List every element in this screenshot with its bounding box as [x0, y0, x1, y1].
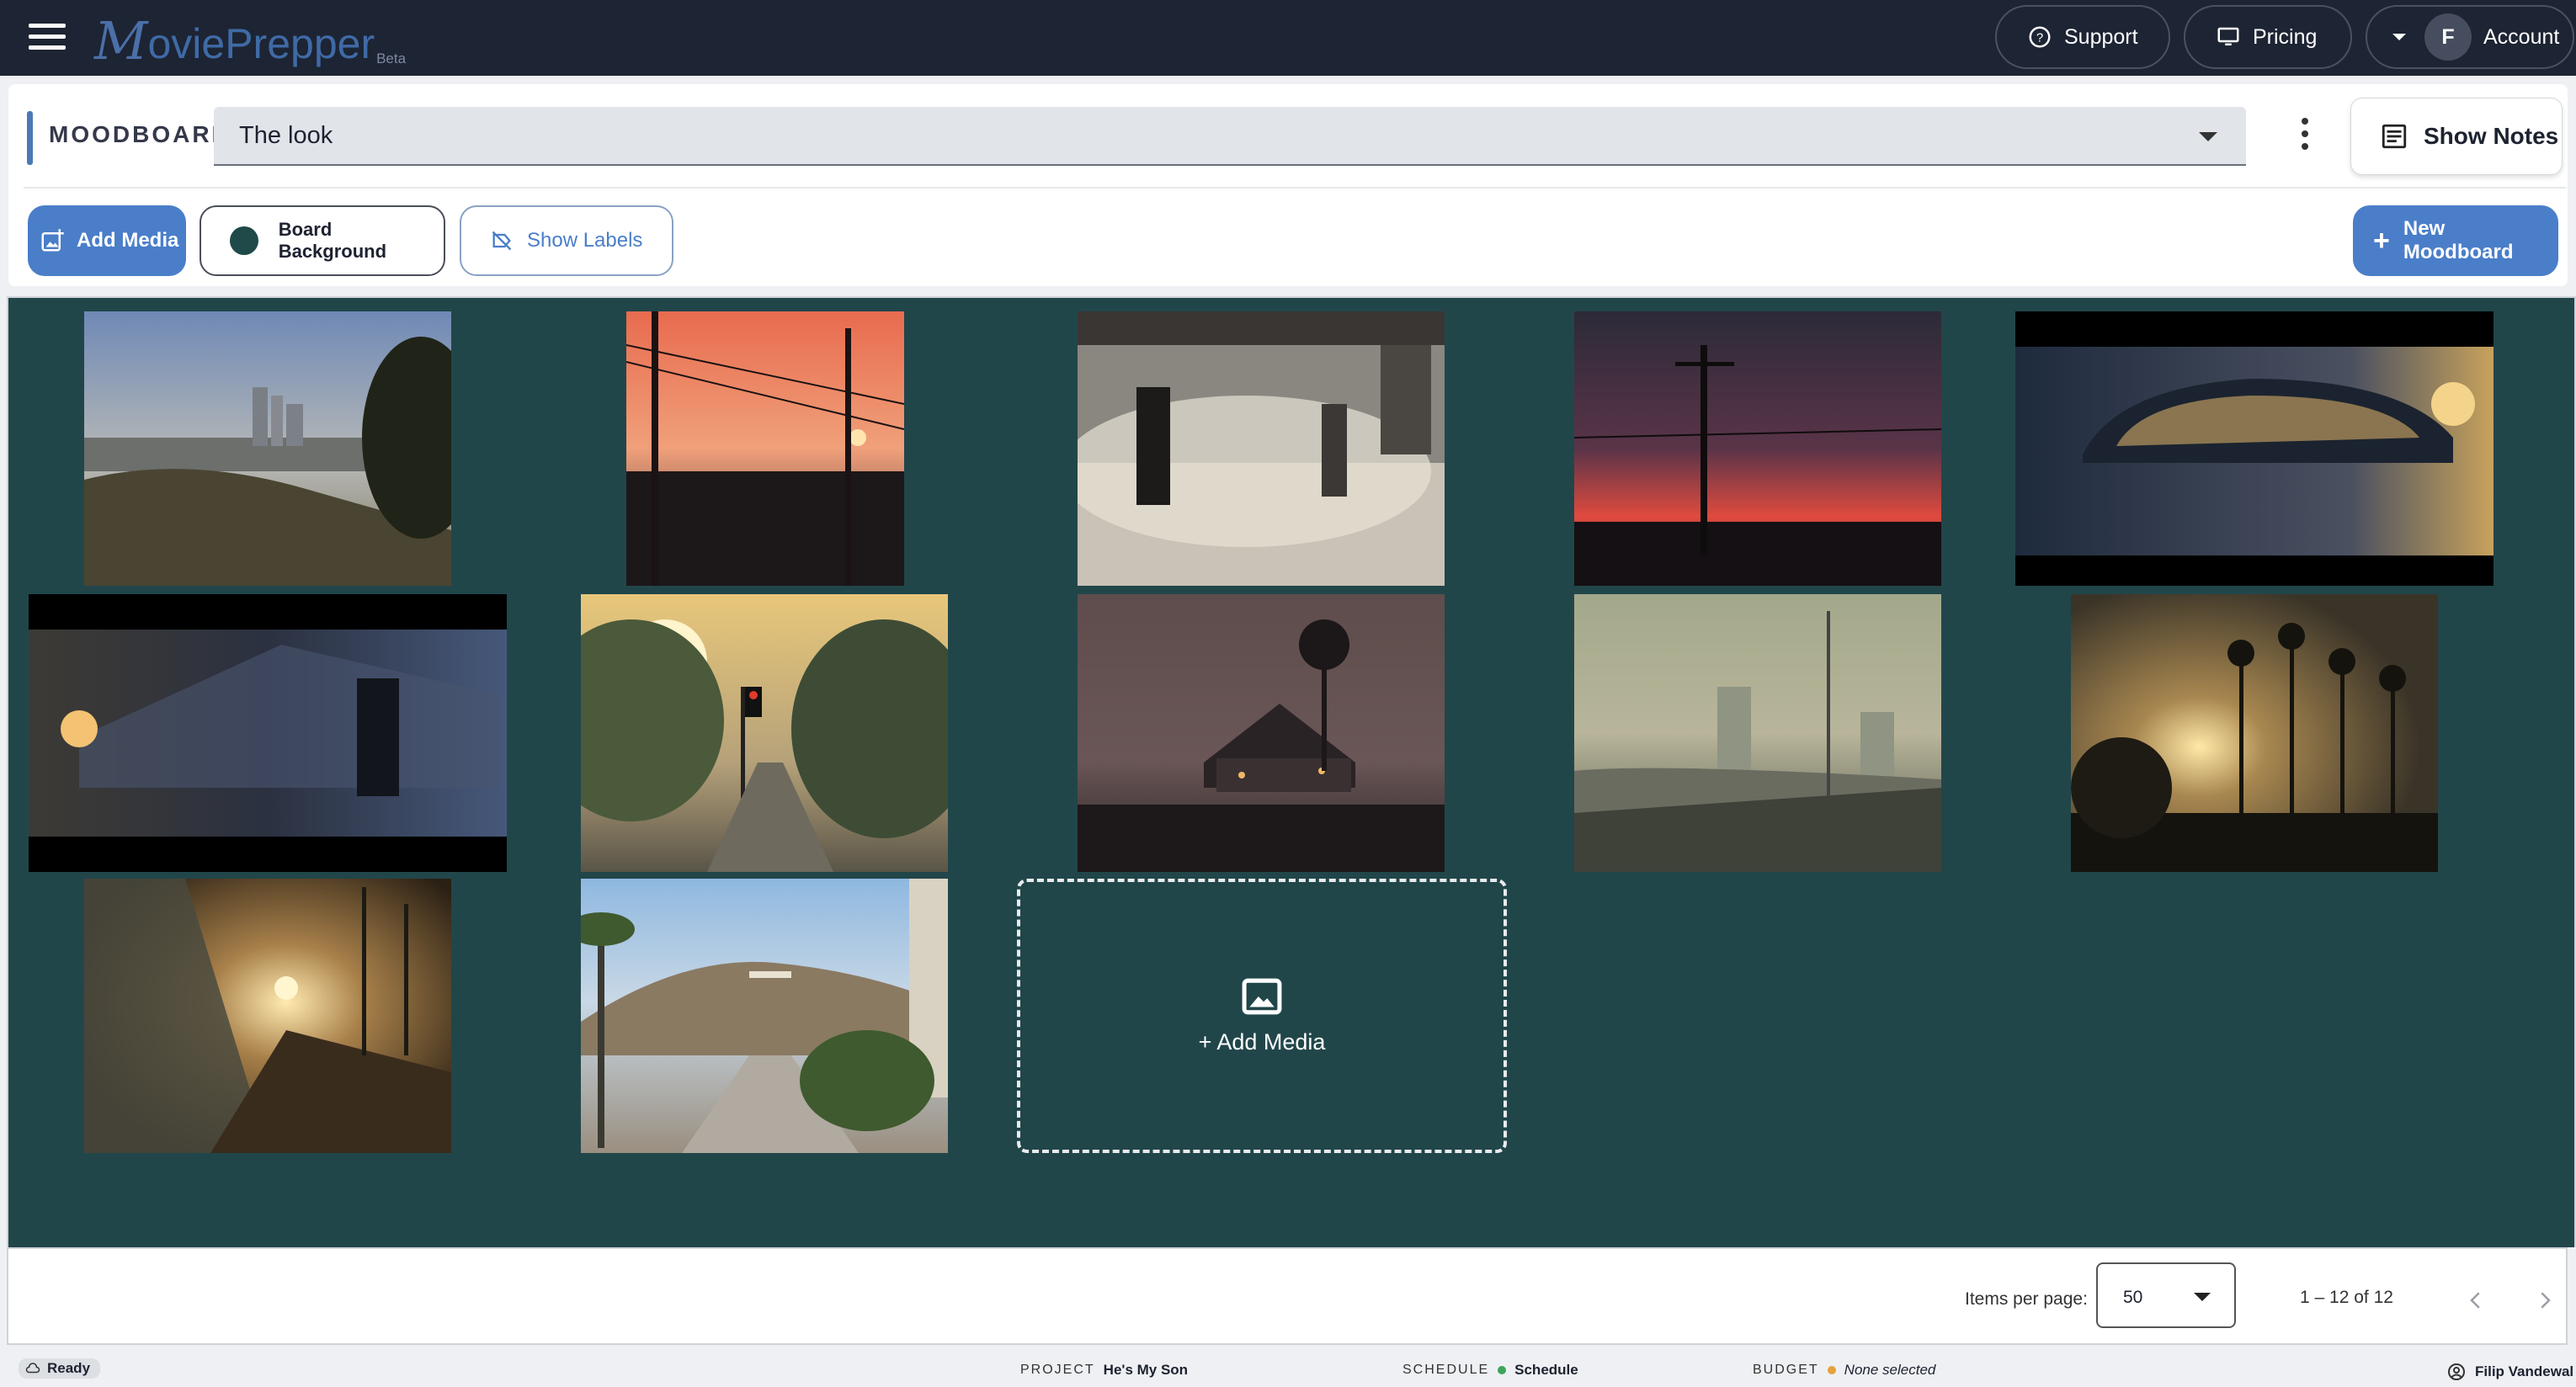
- photo-tile[interactable]: [1078, 594, 1445, 872]
- previous-page-button[interactable]: [2463, 1286, 2488, 1315]
- budget-status-dot: [1827, 1366, 1836, 1374]
- next-page-button[interactable]: [2532, 1286, 2557, 1315]
- items-per-page-select[interactable]: 50: [2096, 1262, 2236, 1328]
- ready-label: Ready: [47, 1360, 91, 1376]
- photo-tile[interactable]: [84, 311, 451, 586]
- photo-image: [581, 594, 948, 872]
- ready-status: Ready: [19, 1358, 101, 1379]
- schedule-key: SCHEDULE: [1402, 1363, 1490, 1377]
- project-status[interactable]: PROJECT He's My Son: [1020, 1362, 1188, 1379]
- chevron-left-icon: [2470, 1292, 2480, 1309]
- top-navbar: M oviePrepper Beta ? Support Pricing F A…: [0, 0, 2576, 76]
- project-value: He's My Son: [1103, 1362, 1189, 1378]
- photo-image: [84, 879, 451, 1153]
- moodboard-select[interactable]: The look: [214, 107, 2246, 166]
- moodboard-title: MOODBOARD: [49, 121, 232, 147]
- schedule-value: Schedule: [1514, 1362, 1578, 1378]
- menu-icon[interactable]: [29, 24, 66, 52]
- photo-image: [2071, 594, 2438, 872]
- account-button[interactable]: F Account: [2366, 5, 2574, 69]
- help-icon: ?: [2029, 26, 2051, 48]
- dropdown-arrow-icon: [2199, 132, 2217, 141]
- chevron-right-icon: [2541, 1292, 2551, 1309]
- board-background-button[interactable]: Board Background: [200, 205, 445, 276]
- support-label: Support: [2064, 24, 2138, 49]
- project-key: PROJECT: [1020, 1363, 1095, 1377]
- photo-tile[interactable]: [581, 879, 948, 1153]
- user-circle-icon: [2448, 1363, 2465, 1380]
- schedule-status[interactable]: SCHEDULE Schedule: [1402, 1362, 1578, 1379]
- items-per-page-label: Items per page:: [1965, 1289, 2088, 1309]
- show-notes-button[interactable]: Show Notes: [2350, 98, 2563, 175]
- paginator: Items per page: 50 1 – 12 of 12: [7, 1247, 2568, 1345]
- page-range: 1 – 12 of 12: [2300, 1288, 2393, 1307]
- avatar: F: [2424, 13, 2472, 61]
- moodboard-select-value: The look: [239, 122, 333, 149]
- app-logo[interactable]: M oviePrepper Beta: [94, 8, 407, 72]
- add-media-tile-label: + Add Media: [1198, 1028, 1326, 1055]
- monitor-icon: [2217, 27, 2239, 45]
- new-moodboard-button[interactable]: + New Moodboard: [2353, 205, 2558, 276]
- photo-image: [84, 311, 451, 586]
- photo-image: [1078, 311, 1445, 586]
- photo-tile[interactable]: [1574, 311, 1941, 586]
- moodboard-canvas: + Add Media: [7, 296, 2576, 1247]
- notes-icon: [2382, 124, 2407, 149]
- photo-image: [1078, 594, 1445, 872]
- plus-icon: +: [2373, 224, 2390, 257]
- board-background-label: Board Background: [278, 219, 387, 262]
- add-media-tile[interactable]: + Add Media: [1017, 879, 1507, 1153]
- image-icon: [1242, 978, 1282, 1014]
- pricing-button[interactable]: Pricing: [2184, 5, 2352, 69]
- status-bar: Ready PROJECT He's My Son SCHEDULE Sched…: [0, 1353, 2576, 1387]
- divider: [24, 187, 2566, 189]
- show-notes-label: Show Notes: [2424, 123, 2559, 149]
- photo-tile[interactable]: [2071, 594, 2438, 872]
- color-swatch: [230, 226, 258, 255]
- more-options-icon[interactable]: [2292, 118, 2318, 157]
- photo-tile[interactable]: [84, 879, 451, 1153]
- budget-status[interactable]: BUDGET None selected: [1753, 1362, 1935, 1379]
- photo-image: [1574, 594, 1941, 872]
- photo-image: [2015, 311, 2494, 586]
- show-labels-button[interactable]: Show Labels: [460, 205, 673, 276]
- photo-image: [626, 311, 904, 586]
- budget-value: None selected: [1844, 1362, 1936, 1378]
- photo-tile[interactable]: [2015, 311, 2494, 586]
- photo-tile[interactable]: [626, 311, 904, 586]
- dropdown-arrow-icon: [2194, 1293, 2211, 1301]
- account-label: Account: [2483, 24, 2560, 49]
- support-button[interactable]: ? Support: [1995, 5, 2170, 69]
- cloud-icon: [25, 1363, 40, 1374]
- user-name: Filip Vandewal: [2475, 1363, 2574, 1379]
- user-status[interactable]: Filip Vandewal: [2446, 1362, 2573, 1382]
- photo-tile[interactable]: [581, 594, 948, 872]
- schedule-status-dot: [1498, 1366, 1507, 1374]
- add-photo-icon: [41, 229, 64, 252]
- items-per-page-value: 50: [2123, 1288, 2143, 1307]
- label-off-icon: [492, 231, 512, 251]
- photo-tile[interactable]: [1078, 311, 1445, 586]
- beta-badge: Beta: [376, 50, 407, 66]
- logo-mark: M: [94, 10, 148, 72]
- budget-key: BUDGET: [1753, 1363, 1819, 1377]
- photo-tile[interactable]: [1574, 594, 1941, 872]
- show-labels-label: Show Labels: [527, 229, 643, 252]
- pricing-label: Pricing: [2253, 24, 2318, 49]
- svg-text:?: ?: [2036, 31, 2043, 45]
- moodboard-header-panel: MOODBOARD The look Show Notes Add Media …: [8, 84, 2568, 286]
- logo-text: oviePrepper: [147, 20, 375, 67]
- add-media-label: Add Media: [77, 229, 179, 252]
- add-media-button[interactable]: Add Media: [28, 205, 186, 276]
- chevron-down-icon: [2392, 34, 2406, 40]
- photo-image: [581, 879, 948, 1153]
- accent-bar: [27, 111, 33, 165]
- photo-tile[interactable]: [29, 594, 507, 872]
- photo-image: [1574, 311, 1941, 586]
- new-moodboard-label: New Moodboard: [2403, 217, 2514, 263]
- photo-image: [29, 594, 507, 872]
